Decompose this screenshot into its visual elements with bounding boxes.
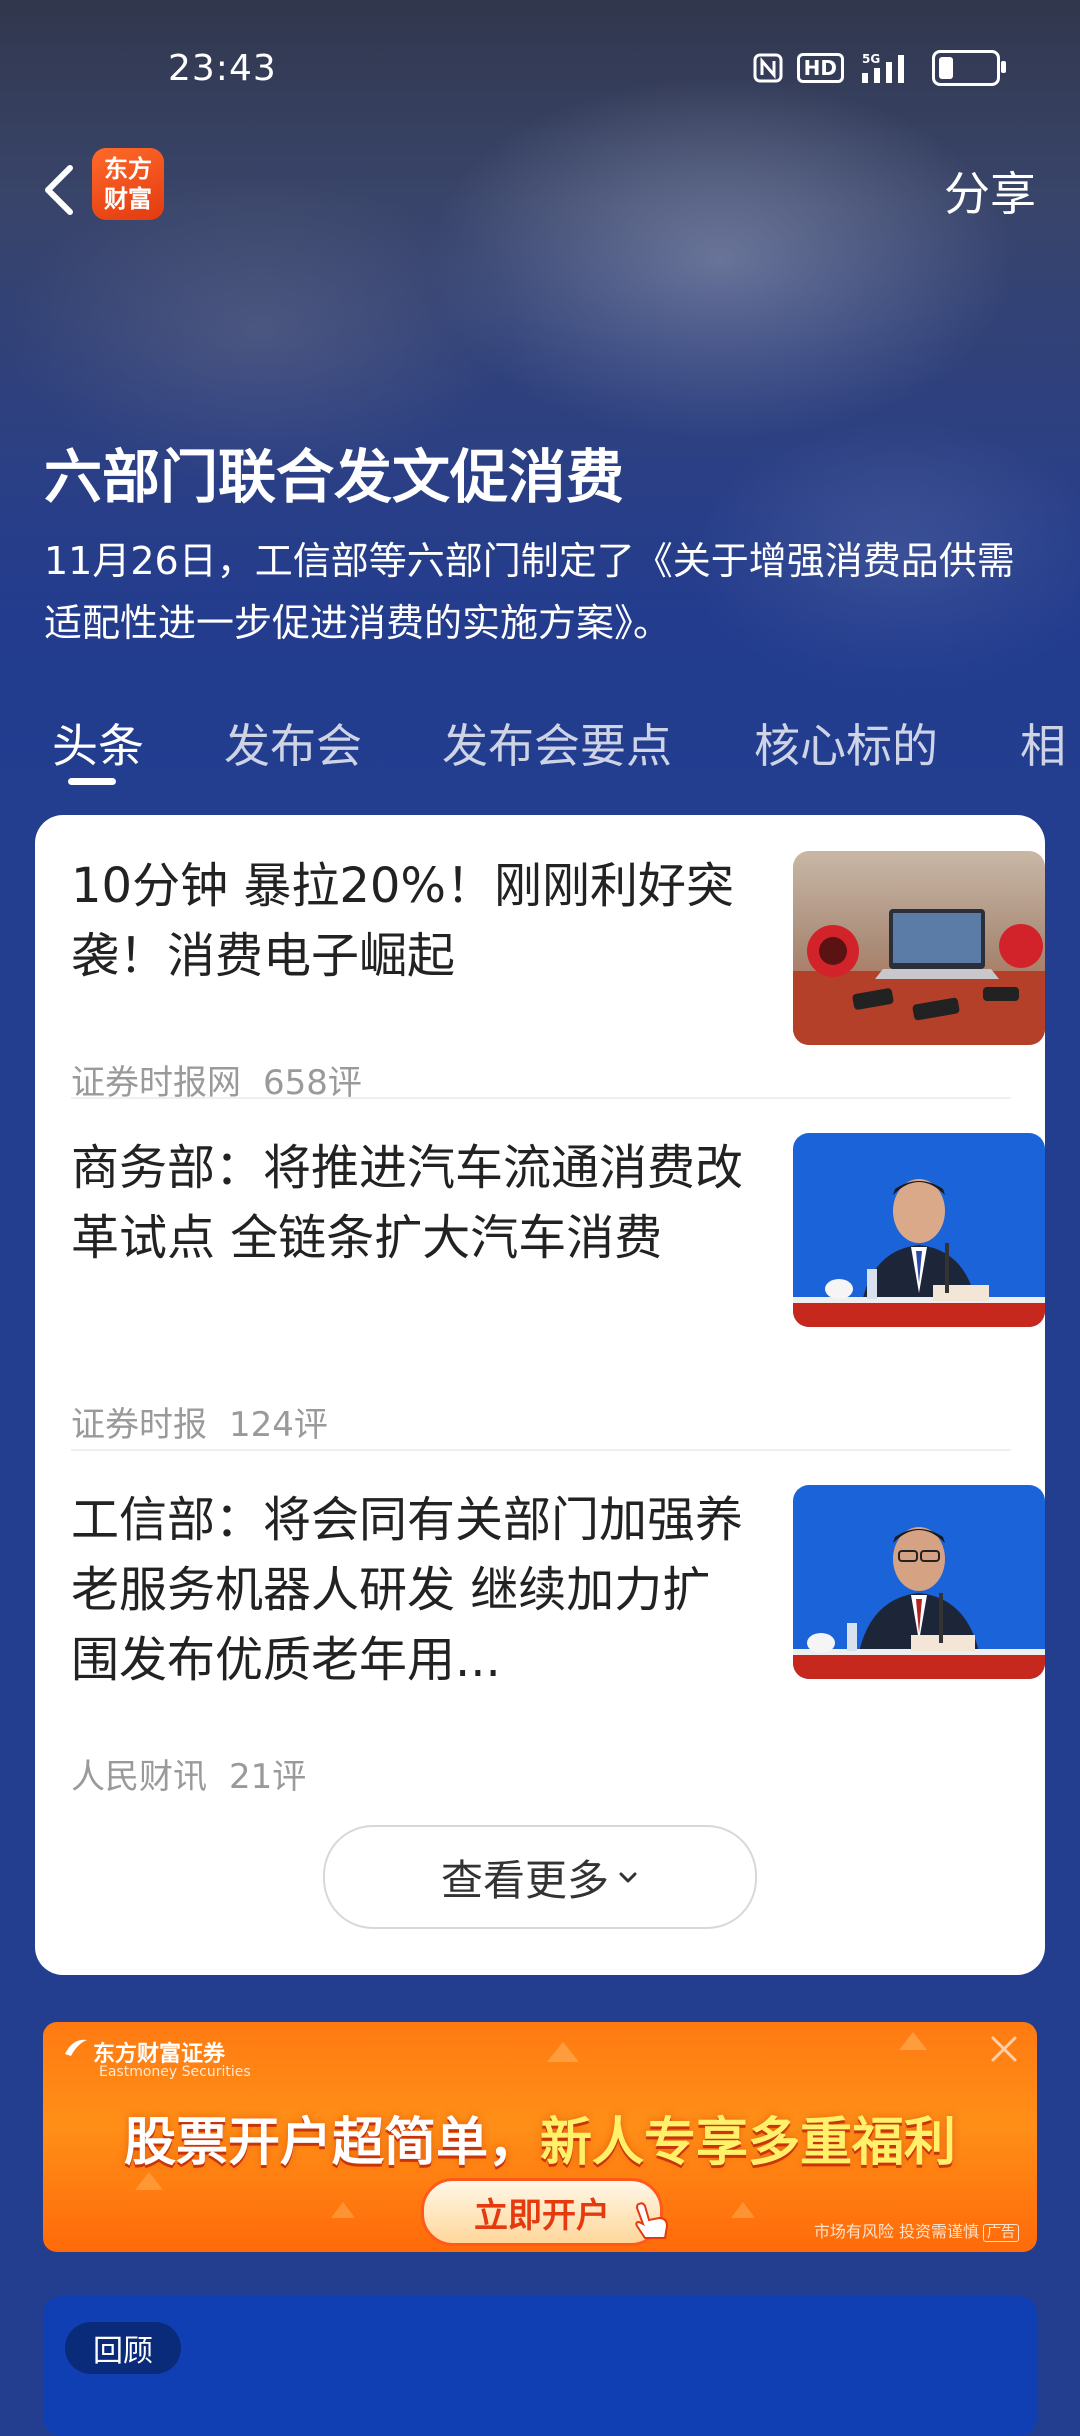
5g-signal-icon: 5G <box>862 52 904 83</box>
news-thumbnail <box>793 851 1045 1045</box>
hd-icon: HD <box>796 53 844 83</box>
topic-description: 11月26日，工信部等六部门制定了《关于增强消费品供需适配性进一步促进消费的实施… <box>44 539 1015 645</box>
news-source: 人民财讯 <box>71 1757 207 1797</box>
eastmoney-securities-logo-icon <box>65 2039 87 2056</box>
news-title: 10分钟 暴拉20%！刚刚利好突袭！消费电子崛起 <box>71 858 735 984</box>
tab-related[interactable]: 相 <box>1020 710 1066 776</box>
open-account-button[interactable]: 立即开户 <box>421 2178 663 2246</box>
active-tab-indicator <box>68 778 116 785</box>
news-comments: 21评 <box>229 1757 307 1797</box>
tab-press-highlights[interactable]: 发布会要点 <box>442 710 672 776</box>
news-card: 10分钟 暴拉20%！刚刚利好突袭！消费电子崛起 证券时报网 658评 商务部：将 <box>35 815 1045 1975</box>
tab-press-conference[interactable]: 发布会 <box>224 710 362 776</box>
nfc-icon <box>753 53 783 83</box>
ad-headline-yellow: 新人专享多重福利 <box>540 2113 957 2173</box>
ad-headline-white: 股票开户超简单， <box>123 2113 540 2173</box>
topic-title: 六部门联合发文促消费 <box>44 443 625 511</box>
news-item[interactable]: 工信部：将会同有关部门加强养老服务机器人研发 继续加力扩围发布优质老年用... … <box>71 1485 1045 1805</box>
ad-brand-en: Eastmoney Securities <box>99 2064 251 2080</box>
tab-headlines[interactable]: 头条 <box>52 710 144 776</box>
hero-overlay <box>0 0 1080 820</box>
news-item[interactable]: 10分钟 暴拉20%！刚刚利好突袭！消费电子崛起 证券时报网 658评 <box>71 851 1045 1103</box>
news-thumbnail <box>793 1133 1045 1327</box>
ad-headline: 股票开户超简单，新人专享多重福利 <box>43 2100 1037 2175</box>
view-more-label: 查看更多 <box>440 1855 609 1905</box>
logo-line-2: 财富 <box>104 185 152 213</box>
news-source: 证券时报 <box>71 1405 207 1445</box>
close-icon[interactable] <box>987 2032 1021 2066</box>
news-thumbnail <box>793 1485 1045 1679</box>
news-divider <box>71 1449 1011 1451</box>
view-more-button[interactable]: 查看更多 <box>323 1825 757 1929</box>
top-bar: 东方 财富 分享 <box>0 140 1080 230</box>
svg-text:5G: 5G <box>862 52 880 66</box>
eastmoney-logo: 东方 财富 <box>92 148 164 220</box>
status-time: 23:43 <box>168 48 277 89</box>
status-bar: 23:43 HD 5G <box>0 40 1080 100</box>
review-card: 回顾 <box>43 2296 1037 2436</box>
battery-icon <box>932 50 1006 86</box>
pointing-hand-icon <box>635 2202 669 2239</box>
share-button[interactable]: 分享 <box>944 158 1036 224</box>
ad-tag: 广告 <box>983 2224 1019 2242</box>
ad-banner[interactable]: 东方财富证券 Eastmoney Securities 股票开户超简单，新人专享… <box>43 2022 1037 2252</box>
news-comments: 124评 <box>229 1405 328 1445</box>
news-meta: 人民财讯 21评 <box>71 1749 306 1798</box>
news-meta: 证券时报 124评 <box>71 1397 328 1446</box>
review-pill[interactable]: 回顾 <box>65 2322 181 2374</box>
ad-risk-text: 市场有风险 投资需谨慎 <box>813 2222 979 2241</box>
news-item[interactable]: 商务部：将推进汽车流通消费改革试点 全链条扩大汽车消费 证券时报 124评 <box>71 1133 1045 1453</box>
topic-tabs: 头条 发布会 发布会要点 核心标的 相 <box>0 700 1080 790</box>
ad-risk-notice: 市场有风险 投资需谨慎 广告 <box>814 2218 1019 2242</box>
chevron-down-icon <box>619 1872 637 1883</box>
news-title: 工信部：将会同有关部门加强养老服务机器人研发 继续加力扩围发布优质老年用... <box>71 1492 744 1688</box>
tab-core-targets[interactable]: 核心标的 <box>754 710 938 776</box>
status-icons: HD 5G <box>753 50 1006 86</box>
logo-line-1: 东方 <box>104 155 152 183</box>
back-arrow-icon[interactable] <box>36 160 86 220</box>
news-title: 商务部：将推进汽车流通消费改革试点 全链条扩大汽车消费 <box>71 1140 744 1266</box>
news-divider <box>71 1097 1011 1099</box>
